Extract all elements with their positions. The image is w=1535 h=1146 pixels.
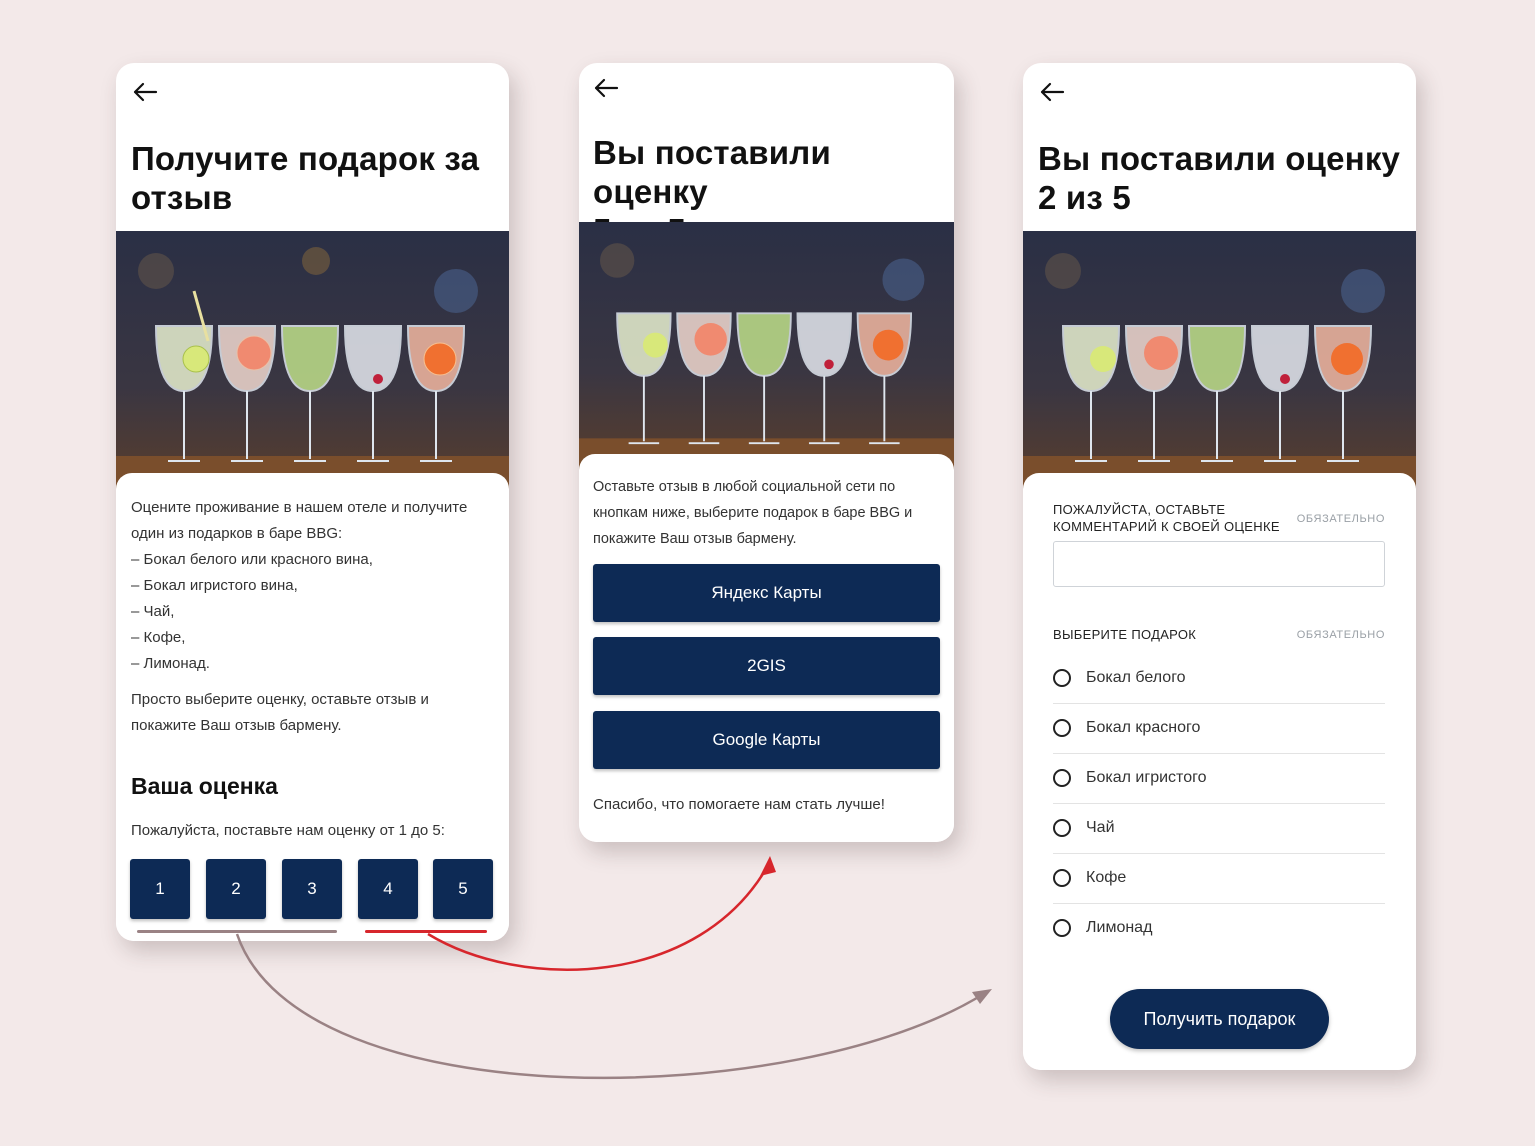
gift-option[interactable]: Чай xyxy=(1053,803,1385,854)
cocktails-photo xyxy=(1023,231,1416,491)
low-rating-underline xyxy=(137,930,337,933)
get-gift-button[interactable]: Получить подарок xyxy=(1110,989,1329,1049)
rating-button-5[interactable]: 5 xyxy=(433,859,493,919)
review-card: Оставьте отзыв в любой социальной сети п… xyxy=(579,454,954,842)
feedback-form: ПОЖАЛУЙСТА, ОСТАВЬТЕ КОММЕНТАРИЙ К СВОЕЙ… xyxy=(1023,473,1416,1070)
screen-gift-intro: Получите подарок за отзыв Оцените прожив… xyxy=(116,63,509,941)
info-card: Оцените проживание в нашем отеле и получ… xyxy=(116,473,509,941)
screen-rating-5: Вы поставили оценку5 из 5 xyxy=(579,63,954,842)
gift-option-label: Чай xyxy=(1086,819,1115,836)
high-rating-underline xyxy=(365,930,487,933)
page-title: Вы поставили оценку 2 из 5 xyxy=(1038,140,1401,216)
2gis-button[interactable]: 2GIS xyxy=(593,637,940,695)
gift-select-label: ВЫБЕРИТЕ ПОДАРОК xyxy=(1053,627,1197,642)
comment-input[interactable] xyxy=(1053,541,1385,587)
arrowhead-red xyxy=(760,856,776,876)
radio-empty-icon[interactable] xyxy=(1053,669,1071,687)
cocktails-photo xyxy=(579,222,954,472)
flow-arrow-to-2-of-5 xyxy=(235,933,986,1080)
google-maps-button[interactable]: Google Карты xyxy=(593,711,940,769)
page-title: Получите подарок за отзыв xyxy=(131,140,480,216)
yandex-maps-button[interactable]: Яндекс Карты xyxy=(593,564,940,622)
gift-option-label: Бокал красного xyxy=(1086,719,1201,736)
gift-option[interactable]: Кофе xyxy=(1053,853,1385,904)
gift-list-item: – Бокал игристого вина, xyxy=(131,577,298,594)
rating-button-1[interactable]: 1 xyxy=(130,859,190,919)
review-instructions: Оставьте отзыв в любой социальной сети п… xyxy=(593,479,913,547)
gift-option[interactable]: Бокал игристого xyxy=(1053,753,1385,804)
cocktails-photo xyxy=(116,231,509,491)
thanks-text: Спасибо, что помогаете нам стать лучше! xyxy=(593,796,885,813)
radio-empty-icon[interactable] xyxy=(1053,719,1071,737)
gift-list-item: – Кофе, xyxy=(131,629,186,646)
gift-list-item: – Чай, xyxy=(131,603,175,620)
radio-empty-icon[interactable] xyxy=(1053,919,1071,937)
back-arrow-icon[interactable] xyxy=(593,75,619,101)
intro-text: Оцените проживание в нашем отеле и получ… xyxy=(131,495,501,739)
radio-empty-icon[interactable] xyxy=(1053,769,1071,787)
back-arrow-icon[interactable] xyxy=(132,79,158,105)
gift-option-label: Лимонад xyxy=(1086,919,1153,936)
screen-rating-2: Вы поставили оценку 2 из 5 ПОЖАЛУЙСТА, О… xyxy=(1023,63,1416,1070)
gift-option[interactable]: Бокал белого xyxy=(1053,653,1385,704)
comment-label: ПОЖАЛУЙСТА, ОСТАВЬТЕ КОММЕНТАРИЙ К СВОЕЙ… xyxy=(1053,502,1280,534)
rating-button-3[interactable]: 3 xyxy=(282,859,342,919)
arrowhead-mauve xyxy=(972,989,992,1004)
rating-button-2[interactable]: 2 xyxy=(206,859,266,919)
gift-list-item: – Бокал белого или красного вина, xyxy=(131,551,373,568)
gift-option[interactable]: Бокал красного xyxy=(1053,703,1385,754)
gift-option[interactable]: Лимонад xyxy=(1053,903,1385,953)
gift-option-label: Бокал игристого xyxy=(1086,769,1207,786)
gift-option-label: Кофе xyxy=(1086,869,1127,886)
rating-button-4[interactable]: 4 xyxy=(358,859,418,919)
rating-title: Ваша оценка xyxy=(131,773,278,799)
radio-empty-icon[interactable] xyxy=(1053,869,1071,887)
required-tag: ОБЯЗАТЕЛЬНО xyxy=(1296,629,1385,641)
gift-option-label: Бокал белого xyxy=(1086,669,1186,686)
rating-subtitle: Пожалуйста, поставьте нам оценку от 1 до… xyxy=(131,822,445,839)
back-arrow-icon[interactable] xyxy=(1039,79,1065,105)
gift-list-item: – Лимонад. xyxy=(131,655,210,672)
required-tag: ОБЯЗАТЕЛЬНО xyxy=(1296,513,1385,525)
radio-empty-icon[interactable] xyxy=(1053,819,1071,837)
